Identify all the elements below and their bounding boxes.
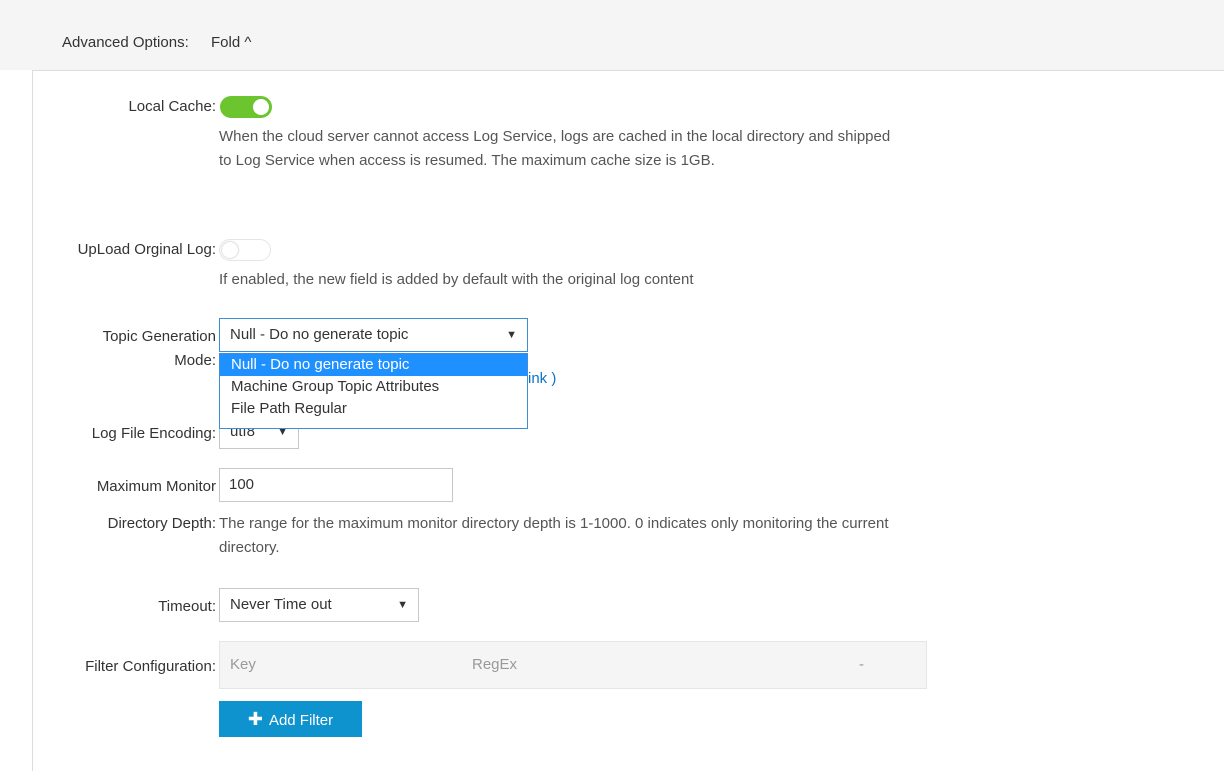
advanced-options-label: Advanced Options: xyxy=(62,34,189,51)
add-filter-button[interactable]: ✚ Add Filter xyxy=(219,701,362,737)
max-depth-label-2: Directory Depth: xyxy=(107,515,216,532)
column-action: - xyxy=(859,656,864,673)
column-regex: RegEx xyxy=(472,656,518,673)
fold-toggle[interactable]: Fold ^ xyxy=(211,34,251,51)
local-cache-switch[interactable] xyxy=(220,96,272,118)
upload-original-log-switch[interactable] xyxy=(219,239,271,261)
dropdown-arrow-icon: ▼ xyxy=(397,599,408,611)
timeout-label: Timeout: xyxy=(158,598,216,615)
local-cache-help: When the cloud server cannot access Log … xyxy=(219,128,891,169)
upload-original-log-label: UpLoad Orginal Log: xyxy=(77,241,216,258)
max-depth-input[interactable]: 100 xyxy=(219,468,453,502)
timeout-select[interactable]: Never Time out ▼ xyxy=(219,588,419,622)
topic-generation-select[interactable]: Null - Do no generate topic ▼ xyxy=(219,318,528,352)
topic-generation-options: Null - Do no generate topic Machine Grou… xyxy=(219,353,528,429)
filter-configuration-label: Filter Configuration: xyxy=(85,658,216,675)
local-cache-label: Local Cache: xyxy=(128,98,216,115)
topic-generation-label-2: Mode: xyxy=(174,352,216,369)
max-depth-label: Maximum Monitor xyxy=(96,478,216,495)
add-filter-label: Add Filter xyxy=(268,712,334,729)
advanced-options-bar: Advanced Options: Fold ^ xyxy=(0,0,1224,70)
help-link[interactable]: ink ) xyxy=(528,370,556,387)
dropdown-arrow-icon: ▼ xyxy=(506,329,517,341)
log-file-encoding-label: Log File Encoding: xyxy=(91,425,216,442)
max-depth-help: The range for the maximum monitor direct… xyxy=(219,515,889,556)
switch-knob xyxy=(222,242,238,258)
topic-generation-selected: Null - Do no generate topic xyxy=(230,326,409,343)
switch-knob xyxy=(253,99,269,115)
column-key: Key xyxy=(230,656,256,673)
topic-generation-label: Topic Generation xyxy=(102,328,216,345)
option-null[interactable]: Null - Do no generate topic xyxy=(220,354,527,376)
option-machine-group[interactable]: Machine Group Topic Attributes xyxy=(220,376,527,398)
timeout-selected: Never Time out xyxy=(230,596,332,613)
plus-icon: ✚ xyxy=(247,709,263,729)
option-file-path-regular[interactable]: File Path Regular xyxy=(220,398,527,420)
upload-original-log-help: If enabled, the new field is added by de… xyxy=(219,271,694,288)
filter-table-header: Key RegEx - xyxy=(219,641,927,689)
